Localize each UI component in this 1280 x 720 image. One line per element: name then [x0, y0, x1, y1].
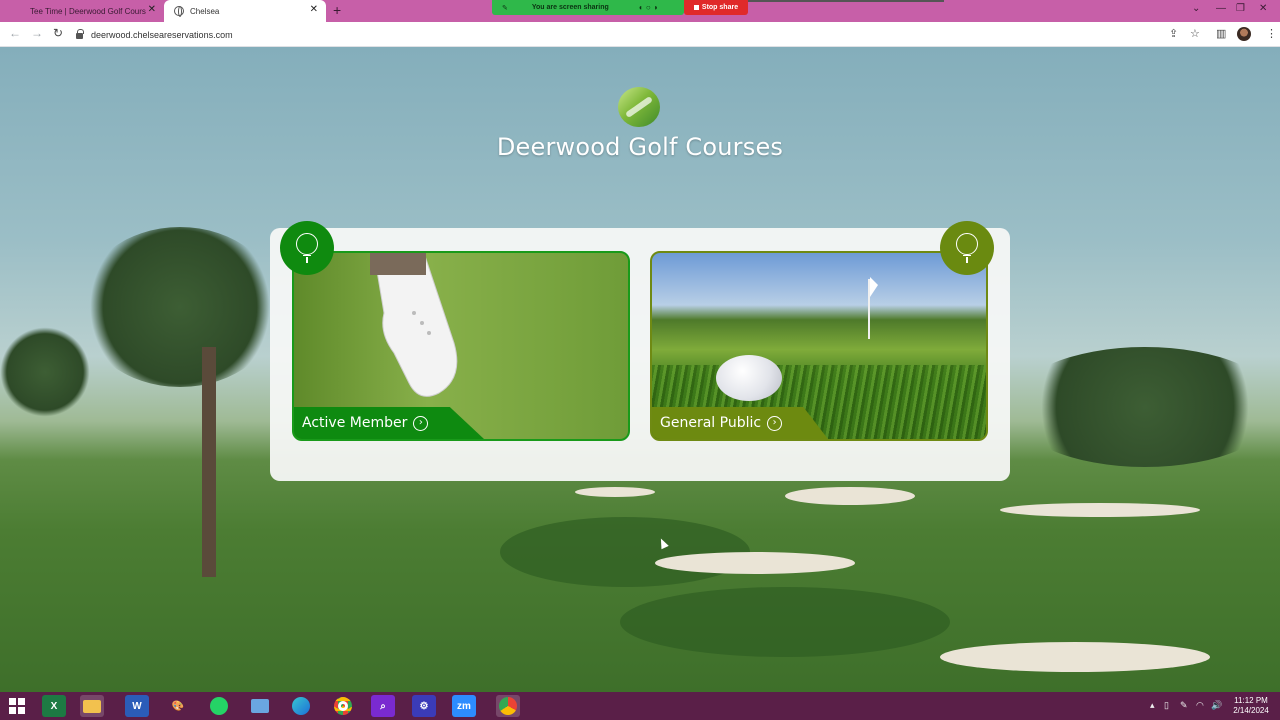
browser-toolbar: ← → ↻ deerwood.chelseareservations.com ⇪…: [0, 22, 1280, 47]
new-tab-icon[interactable]: +: [333, 2, 341, 18]
golf-glove-image: [370, 253, 458, 397]
share-icon: ✎: [502, 4, 508, 12]
palm-tree-image: [0, 327, 90, 417]
word-icon[interactable]: W: [125, 695, 149, 717]
system-clock[interactable]: 11:12 PM 2/14/2024: [1226, 696, 1276, 716]
tab-chelsea[interactable]: Chelsea ✕: [164, 0, 326, 22]
sand-bunker-image: [575, 487, 655, 497]
whatsapp-icon[interactable]: [207, 695, 231, 717]
url-text: deerwood.chelseareservations.com: [91, 29, 233, 40]
page-background: Deerwood Golf Courses Active Member › Ge…: [0, 47, 1280, 692]
close-icon[interactable]: ✕: [310, 4, 318, 15]
chrome-icon[interactable]: [331, 695, 355, 717]
general-public-card[interactable]: General Public ›: [650, 251, 988, 441]
selection-panel: Active Member › General Public ›: [270, 221, 1010, 481]
file-explorer-icon[interactable]: [80, 695, 104, 717]
stop-icon: [693, 5, 699, 10]
profile-avatar[interactable]: [1237, 27, 1251, 41]
share-page-icon[interactable]: ⇪: [1169, 27, 1178, 40]
tray-pen-icon[interactable]: ✎: [1180, 700, 1188, 711]
flag-image: [870, 277, 878, 297]
lock-icon: [76, 28, 84, 39]
active-member-card[interactable]: Active Member ›: [292, 251, 630, 441]
remote-desktop-icon[interactable]: [248, 695, 272, 717]
close-window-icon[interactable]: ✕: [1259, 3, 1267, 14]
zoom-icon[interactable]: zm: [452, 695, 476, 717]
tree-line-image: [1010, 347, 1280, 467]
side-panel-icon[interactable]: ▥: [1216, 27, 1226, 40]
address-bar[interactable]: deerwood.chelseareservations.com: [76, 26, 1156, 43]
screen-share-bar: ✎ You are screen sharing ◖○◗: [492, 0, 684, 15]
taskbar: X W 🎨 ⌕ ⚙ zm ▴ ▯ ✎ ◠ 🔊 11:12 PM 2/14/202…: [0, 692, 1280, 720]
sand-bunker-image: [1000, 503, 1200, 517]
wifi-icon[interactable]: ◠: [1196, 700, 1204, 711]
reload-icon[interactable]: ↻: [53, 26, 63, 40]
sand-bunker-image: [655, 552, 855, 574]
chevron-right-icon: ›: [767, 415, 783, 431]
close-icon[interactable]: ✕: [148, 4, 156, 15]
sand-bunker-image: [940, 642, 1210, 672]
share-divider: [748, 0, 944, 2]
tab-tee-time[interactable]: Tee Time | Deerwood Golf Cours ✕: [22, 0, 164, 22]
search-app-icon[interactable]: ⌕: [371, 695, 395, 717]
browser-tabstrip: Tee Time | Deerwood Golf Cours ✕ Chelsea…: [0, 0, 1280, 22]
minimize-icon[interactable]: —: [1216, 3, 1226, 14]
palm-trunk-image: [202, 347, 216, 577]
stop-share-button[interactable]: Stop share: [684, 0, 748, 15]
site-title: Deerwood Golf Courses: [496, 133, 784, 161]
tab-title: Tee Time | Deerwood Golf Cours: [30, 6, 146, 16]
tray-device-icon[interactable]: ▯: [1164, 700, 1169, 711]
excel-icon[interactable]: X: [42, 695, 66, 717]
golf-ball-image: [716, 355, 782, 401]
edge-icon[interactable]: [289, 695, 313, 717]
mound-image: [620, 587, 950, 657]
golf-tee-icon: [280, 221, 334, 275]
bookmark-star-icon[interactable]: ☆: [1190, 27, 1200, 40]
tray-chevron-up-icon[interactable]: ▴: [1150, 700, 1155, 711]
paint-icon[interactable]: 🎨: [166, 695, 190, 717]
globe-icon: [174, 6, 184, 17]
screen-share-text: You are screen sharing: [531, 4, 609, 11]
volume-icon[interactable]: 🔊: [1211, 700, 1222, 711]
chevron-right-icon: ›: [413, 415, 429, 431]
forward-icon[interactable]: →: [31, 26, 43, 40]
windows-start-icon[interactable]: [5, 695, 29, 717]
share-controls-icon[interactable]: ◖○◗: [638, 3, 662, 12]
golf-tee-icon: [940, 221, 994, 275]
general-public-label[interactable]: General Public ›: [652, 407, 828, 439]
site-logo: [618, 87, 660, 127]
back-icon[interactable]: ←: [9, 26, 21, 40]
chrome-active-icon[interactable]: [496, 695, 520, 717]
settings-gear-icon[interactable]: ⚙: [412, 695, 436, 717]
flag-pole-image: [868, 279, 870, 339]
palm-tree-image: [80, 227, 280, 387]
chevron-down-icon[interactable]: ⌄: [1192, 3, 1200, 14]
restore-icon[interactable]: ❐: [1236, 3, 1245, 14]
tab-title: Chelsea: [190, 6, 220, 16]
menu-kebab-icon[interactable]: ⋮: [1266, 27, 1277, 40]
active-member-label[interactable]: Active Member ›: [294, 407, 484, 439]
sand-bunker-image: [785, 487, 915, 505]
